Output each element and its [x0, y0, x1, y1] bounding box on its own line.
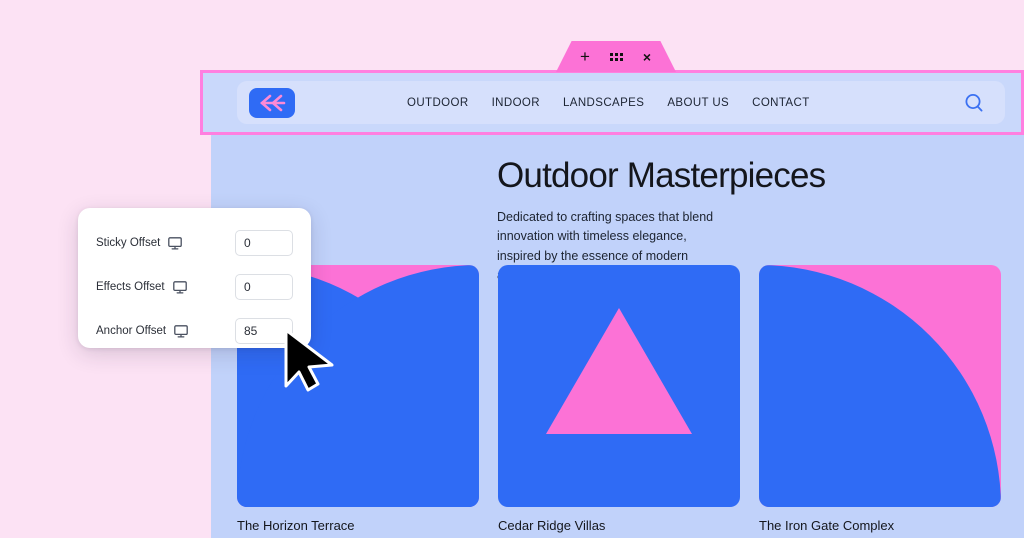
nav-link-contact[interactable]: CONTACT	[752, 97, 810, 109]
add-section-button[interactable]: +	[576, 48, 594, 66]
setting-label: Effects Offset	[96, 281, 165, 293]
editor-canvas: Outdoor Masterpieces Dedicated to crafti…	[0, 0, 1024, 538]
nav-links: OUTDOOR INDOOR LANDSCAPES ABOUT US CONTA…	[407, 97, 810, 109]
card-title: The Iron Gate Complex	[759, 518, 895, 533]
setting-label: Anchor Offset	[96, 325, 167, 337]
double-chevron-left-logo[interactable]	[249, 87, 295, 118]
gallery-card[interactable]: The Iron Gate Complex	[759, 265, 1001, 533]
project-gallery: The Horizon Terrace Cedar Ridge Villas T…	[237, 265, 1009, 533]
nav-link-about-us[interactable]: ABOUT US	[667, 97, 729, 109]
card-title: Cedar Ridge Villas	[498, 518, 606, 533]
anchor-offset-input[interactable]	[235, 318, 293, 344]
close-section-button[interactable]: ×	[638, 48, 656, 66]
section-toolbar: + ×	[556, 41, 676, 72]
selected-section-header[interactable]: OUTDOOR INDOOR LANDSCAPES ABOUT US CONTA…	[200, 70, 1024, 135]
six-dot-drag-handle-icon[interactable]	[607, 48, 625, 66]
nav-link-outdoor[interactable]: OUTDOOR	[407, 97, 469, 109]
setting-row-effects-offset: Effects Offset	[96, 265, 293, 309]
page-title: Outdoor Masterpieces	[497, 156, 826, 195]
gallery-card[interactable]: Cedar Ridge Villas	[498, 265, 740, 533]
navigation-bar: OUTDOOR INDOOR LANDSCAPES ABOUT US CONTA…	[237, 81, 1005, 124]
card-title: The Horizon Terrace	[237, 518, 355, 533]
card-artwork-triangle	[498, 265, 740, 507]
desktop-monitor-icon[interactable]	[174, 324, 188, 338]
effects-offset-input[interactable]	[235, 274, 293, 300]
search-icon[interactable]	[961, 90, 987, 116]
nav-link-indoor[interactable]: INDOOR	[492, 97, 540, 109]
nav-link-landscapes[interactable]: LANDSCAPES	[563, 97, 644, 109]
desktop-monitor-icon[interactable]	[172, 280, 187, 294]
desktop-monitor-icon[interactable]	[168, 236, 183, 250]
card-artwork-quarter-circle-top-left	[759, 265, 1001, 507]
offset-settings-panel: Sticky Offset Effects Offset	[78, 208, 311, 348]
setting-row-sticky-offset: Sticky Offset	[96, 221, 293, 265]
website-page-body: Outdoor Masterpieces Dedicated to crafti…	[211, 70, 1024, 538]
setting-row-anchor-offset: Anchor Offset	[96, 309, 293, 353]
sticky-offset-input[interactable]	[235, 230, 293, 256]
setting-label: Sticky Offset	[96, 237, 161, 249]
